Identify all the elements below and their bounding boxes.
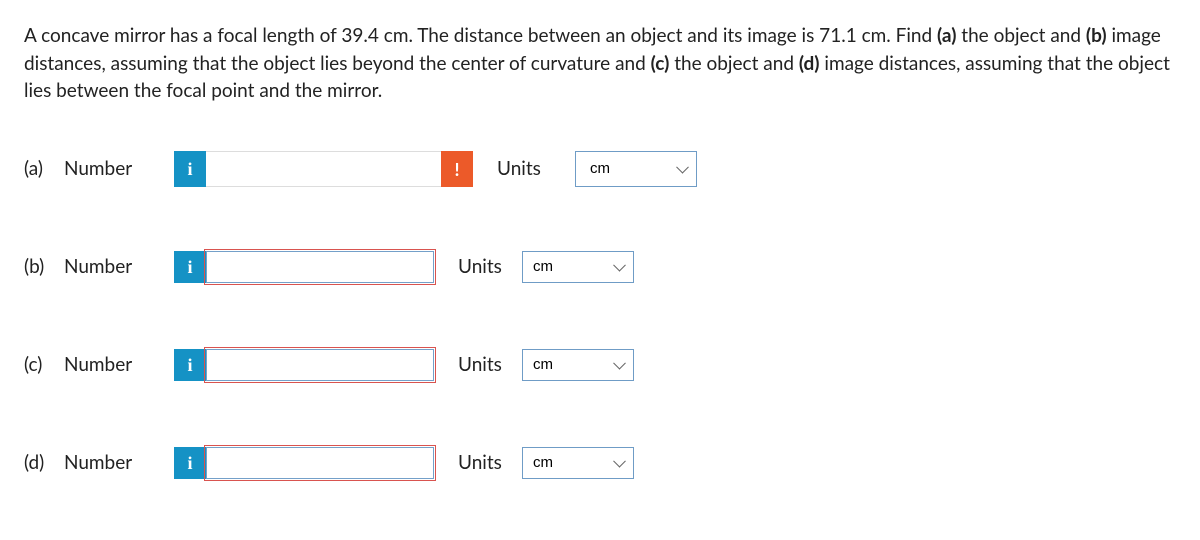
bold-c: (c) bbox=[651, 52, 670, 75]
units-select-c[interactable]: cm bbox=[522, 349, 634, 381]
units-select-b[interactable]: cm bbox=[522, 251, 634, 283]
answer-row-a: (a) Number i ! Units cm bbox=[24, 149, 1176, 189]
answer-row-b: (b) Number i Units cm bbox=[24, 247, 1176, 287]
info-icon[interactable]: i bbox=[174, 447, 206, 479]
question-text: A concave mirror has a focal length of 3… bbox=[24, 22, 1176, 105]
number-label-d: Number bbox=[64, 449, 174, 477]
part-label-c: (c) bbox=[24, 351, 64, 379]
number-input-d[interactable] bbox=[206, 447, 434, 479]
answer-row-d: (d) Number i Units cm bbox=[24, 443, 1176, 483]
number-input-c[interactable] bbox=[206, 349, 434, 381]
part-label-a: (a) bbox=[24, 155, 64, 183]
input-group-a: i ! bbox=[174, 151, 473, 187]
part-label-d: (d) bbox=[24, 449, 64, 477]
bold-a: (a) bbox=[937, 24, 956, 47]
warning-icon[interactable]: ! bbox=[441, 151, 473, 187]
number-label-a: Number bbox=[64, 155, 174, 183]
question-mid1: the object and bbox=[956, 24, 1085, 47]
question-prefix: A concave mirror has a focal length of 3… bbox=[24, 24, 937, 47]
bold-b: (b) bbox=[1086, 24, 1107, 47]
bold-d: (d) bbox=[799, 52, 820, 75]
units-label-d: Units bbox=[458, 449, 522, 477]
question-mid3: the object and bbox=[669, 52, 798, 75]
number-input-a[interactable] bbox=[206, 151, 441, 187]
number-input-b[interactable] bbox=[206, 251, 434, 283]
units-label-c: Units bbox=[458, 351, 522, 379]
info-icon[interactable]: i bbox=[174, 349, 206, 381]
units-label-b: Units bbox=[458, 253, 522, 281]
answer-row-c: (c) Number i Units cm bbox=[24, 345, 1176, 385]
number-label-b: Number bbox=[64, 253, 174, 281]
number-label-c: Number bbox=[64, 351, 174, 379]
units-label-a: Units bbox=[497, 155, 575, 183]
units-select-d[interactable]: cm bbox=[522, 447, 634, 479]
units-select-a[interactable]: cm bbox=[575, 151, 697, 187]
info-icon[interactable]: i bbox=[174, 251, 206, 283]
info-icon[interactable]: i bbox=[174, 151, 206, 187]
part-label-b: (b) bbox=[24, 253, 64, 281]
